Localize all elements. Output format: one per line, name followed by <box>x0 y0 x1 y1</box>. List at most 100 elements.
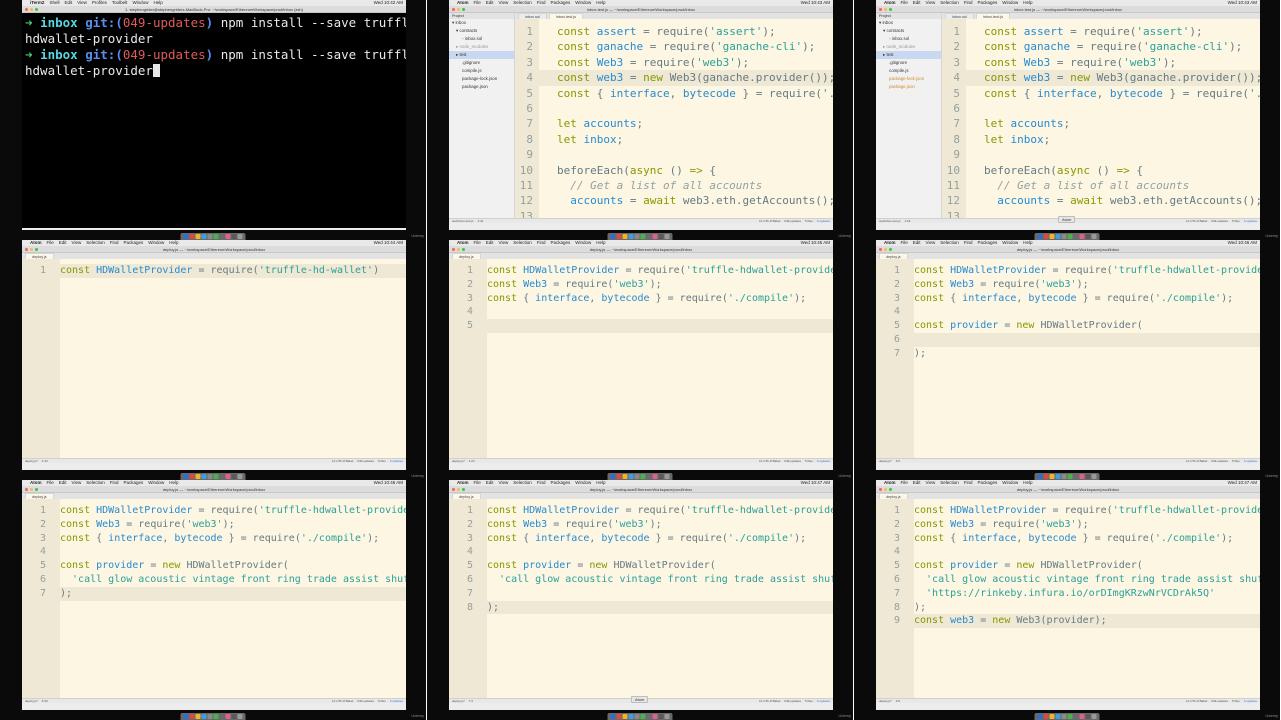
close-window-button[interactable] <box>879 488 882 491</box>
project-tree-panel[interactable]: Project ▾ inbox ▾ contracts ◦ inbox.sol ▸ no… <box>449 13 515 218</box>
dock-app-icon[interactable] <box>1049 474 1055 479</box>
dock-app-icon[interactable] <box>610 474 616 479</box>
code-line[interactable]: 3 const Web3 = require('web3'); <box>942 55 1260 70</box>
code-line[interactable]: 4 <box>449 305 833 319</box>
tree-item-node-modules[interactable]: ▸ node_modules <box>449 43 514 51</box>
dock-app-icon[interactable] <box>640 474 646 479</box>
code-line[interactable]: 2 const Web3 = require('web3'); <box>876 278 1260 292</box>
code-line[interactable]: 6 <box>876 333 1260 347</box>
dock-app-icon[interactable] <box>225 714 231 719</box>
tree-item-package-lock-json[interactable]: package-lock.json <box>449 75 514 83</box>
status-git-branch[interactable]: 049-updates <box>1211 699 1228 703</box>
status-encoding[interactable]: LF UTF-8 Babel <box>1186 699 1207 703</box>
code-line[interactable]: 4 <box>876 545 1260 559</box>
code-line[interactable]: 3 const { interface, bytecode } = require… <box>449 532 833 546</box>
code-line[interactable]: 2 const ganache = require('ganache-cli'); <box>515 39 833 54</box>
code-line[interactable]: 11 // Get a list of all accounts <box>515 178 833 193</box>
dock-app-icon[interactable] <box>1079 234 1085 239</box>
dock-app-icon[interactable] <box>1085 474 1091 479</box>
dock-app-icon[interactable] <box>1067 234 1073 239</box>
status-updates[interactable]: 6 updates <box>1244 699 1257 703</box>
code-line[interactable]: 1 const HDWalletProvider = require('truff… <box>449 504 833 518</box>
status-file-path[interactable]: test/inbox.test.js <box>879 219 901 223</box>
status-files-count[interactable]: 5 files <box>378 459 386 463</box>
status-cursor-position[interactable]: 1:23 <box>469 459 475 463</box>
zoom-window-button[interactable] <box>889 248 892 251</box>
code-line[interactable]: 5 const provider = new HDWalletProvider( <box>876 319 1260 333</box>
code-line[interactable]: 1 const assert = require('assert'); <box>515 24 833 39</box>
tree-item-inbox[interactable]: ▾ inbox <box>876 19 941 27</box>
code-line[interactable]: 7 'https://rinkeby.infura.io/orDImgKRzwN… <box>876 587 1260 601</box>
minimize-window-button[interactable] <box>884 488 887 491</box>
dock-app-icon[interactable] <box>1079 714 1085 719</box>
code-line[interactable]: 3 const { interface, bytecode } = require… <box>449 292 833 306</box>
minimize-window-button[interactable] <box>30 8 33 11</box>
code-line[interactable]: 4 const web3 = new Web3(ganache.provider(… <box>515 70 833 86</box>
dock-app-icon[interactable] <box>225 234 231 239</box>
minimize-window-button[interactable] <box>30 488 33 491</box>
code-editor[interactable]: 1 const HDWalletProvider = require('truff… <box>876 259 1260 458</box>
code-line[interactable]: 5 <box>449 319 833 333</box>
status-files-count[interactable]: 5 files <box>1232 699 1240 703</box>
status-git-branch[interactable]: 049-updates <box>784 699 801 703</box>
tree-item--gitignore[interactable]: .gitignore <box>876 59 941 67</box>
dock-app-icon[interactable] <box>183 714 189 719</box>
status-files-count[interactable]: 5 files <box>1232 219 1240 223</box>
code-editor[interactable]: 1 const assert = require('assert'); 2 const… <box>515 19 833 218</box>
status-updates[interactable]: 6 updates <box>390 459 403 463</box>
dock-app-icon[interactable] <box>207 234 213 239</box>
dock-app-icon[interactable] <box>652 714 658 719</box>
code-line[interactable]: 4 <box>22 545 406 559</box>
dock-app-icon[interactable] <box>628 714 634 719</box>
dock-app-icon[interactable] <box>1049 234 1055 239</box>
status-files-count[interactable]: 5 files <box>378 699 386 703</box>
status-updates[interactable]: 6 updates <box>1244 219 1257 223</box>
tree-item-package-json[interactable]: package.json <box>449 83 514 91</box>
code-line[interactable]: 3 const { interface, bytecode } = require… <box>876 532 1260 546</box>
dock-app-icon[interactable] <box>616 714 622 719</box>
status-file-path[interactable]: test/inbox.test.js <box>452 219 474 223</box>
terminal-pane[interactable]: ➜ inbox git:(049-updates) npm install --… <box>22 13 406 228</box>
code-line[interactable]: 12 accounts = await web3.eth.getAccounts… <box>942 193 1260 208</box>
zoom-window-button[interactable] <box>462 8 465 11</box>
project-tree-panel[interactable]: Project ▾ inbox ▾ contracts ◦ inbox.sol ▸ no… <box>876 13 942 218</box>
minimize-window-button[interactable] <box>457 248 460 251</box>
dock-app-icon[interactable] <box>189 714 195 719</box>
dock-app-icon[interactable] <box>237 474 243 479</box>
code-line[interactable]: 1 const HDWalletProvider = require('truff… <box>876 504 1260 518</box>
status-updates[interactable]: 6 updates <box>817 459 830 463</box>
dock-app-icon[interactable] <box>1067 714 1073 719</box>
dock-app-icon[interactable] <box>1067 474 1073 479</box>
dock-app-icon[interactable] <box>201 714 207 719</box>
status-git-branch[interactable]: 049-updates <box>1211 459 1228 463</box>
zoom-window-button[interactable] <box>889 8 892 11</box>
dock-app-icon[interactable] <box>213 714 219 719</box>
dock-app-icon[interactable] <box>1073 714 1079 719</box>
status-file-path[interactable]: deploy.js* <box>879 699 892 703</box>
code-line[interactable]: 9 const web3 = new Web3(provider); <box>876 614 1260 629</box>
tree-item-compile-js[interactable]: compile.js <box>876 67 941 75</box>
code-line[interactable]: 11 // Get a list of all accounts <box>942 178 1260 193</box>
dock-app-icon[interactable] <box>1061 234 1067 239</box>
dock-app-icon[interactable] <box>1085 714 1091 719</box>
code-editor[interactable]: 1 const HDWalletProvider = require('truff… <box>876 499 1260 698</box>
dock-app-icon[interactable] <box>610 714 616 719</box>
tree-item-package-lock-json[interactable]: package-lock.json <box>876 75 941 83</box>
tree-item-inbox-sol[interactable]: ◦ inbox.sol <box>449 35 514 43</box>
code-line[interactable]: 2 const Web3 = require('web3'); <box>449 518 833 532</box>
tree-item-inbox[interactable]: ▾ inbox <box>449 19 514 27</box>
dock-app-icon[interactable] <box>213 234 219 239</box>
dock-app-icon[interactable] <box>207 474 213 479</box>
dock-app-icon[interactable] <box>1043 714 1049 719</box>
dock-app-icon[interactable] <box>219 234 225 239</box>
status-git-branch[interactable]: 049-updates <box>357 459 374 463</box>
status-files-count[interactable]: 5 files <box>805 219 813 223</box>
dock-app-icon[interactable] <box>1079 474 1085 479</box>
dock-app-icon[interactable] <box>225 474 231 479</box>
tree-item-node-modules[interactable]: ▸ node_modules <box>876 43 941 51</box>
dock-app-icon[interactable] <box>189 234 195 239</box>
dock-app-icon[interactable] <box>634 474 640 479</box>
status-git-branch[interactable]: 049-updates <box>784 459 801 463</box>
status-git-branch[interactable]: 049-updates <box>784 219 801 223</box>
tree-item-test[interactable]: ▸ test <box>449 51 514 59</box>
